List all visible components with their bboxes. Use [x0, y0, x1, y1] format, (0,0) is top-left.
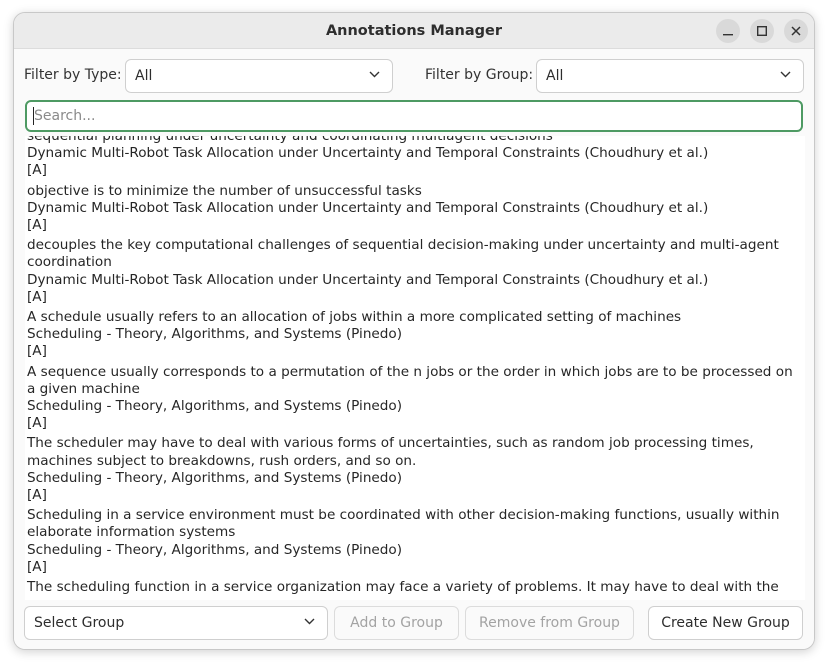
- minimize-button[interactable]: [716, 19, 740, 43]
- filter-type-value: All: [135, 68, 153, 84]
- filter-group-value: All: [546, 68, 564, 84]
- annotation-quote: A schedule usually refers to an allocati…: [27, 309, 682, 326]
- annotation-source: Scheduling - Theory, Algorithms, and Sys…: [27, 469, 403, 486]
- filter-row: Filter by Type: All Filter by Group: All: [14, 59, 814, 93]
- add-to-group-button[interactable]: Add to Group: [334, 606, 459, 640]
- filter-type-label: Filter by Type:: [24, 67, 122, 83]
- annotation-source: Scheduling - Theory, Algorithms, and Sys…: [27, 326, 403, 343]
- close-icon: [791, 26, 801, 36]
- annotation-quote: sequential planning under uncertainty an…: [27, 136, 553, 144]
- annotation-source: Dynamic Multi-Robot Task Allocation unde…: [27, 271, 709, 288]
- annotation-source: Scheduling - Theory, Algorithms, and Sys…: [27, 398, 403, 415]
- action-bar: Select Group Add to Group Remove from Gr…: [14, 602, 814, 649]
- filter-group-dropdown[interactable]: All: [536, 59, 804, 93]
- annotations-list-content: sequential planning under uncertainty an…: [27, 136, 797, 596]
- annotation-source: Scheduling - Theory, Algorithms, and Sys…: [27, 541, 403, 558]
- select-group-value: Select Group: [34, 615, 125, 631]
- annotation-tag: [A]: [27, 162, 47, 179]
- filter-group-label: Filter by Group:: [425, 67, 534, 83]
- annotation-item[interactable]: The scheduling function in a service org…: [27, 579, 797, 596]
- annotation-item[interactable]: sequential planning under uncertainty an…: [27, 136, 797, 180]
- annotation-tag: [A]: [27, 288, 47, 305]
- annotation-quote: Scheduling in a service environment must…: [27, 507, 780, 541]
- annotation-quote: objective is to minimize the number of u…: [27, 182, 422, 199]
- annotation-source: Dynamic Multi-Robot Task Allocation unde…: [27, 199, 709, 216]
- maximize-icon: [757, 26, 767, 36]
- annotation-tag: [A]: [27, 343, 47, 360]
- chevron-down-icon: [780, 71, 791, 78]
- search-input[interactable]: [25, 100, 803, 132]
- annotation-item[interactable]: A schedule usually refers to an allocati…: [27, 309, 797, 361]
- select-group-dropdown[interactable]: Select Group: [24, 606, 328, 640]
- title-bar[interactable]: Annotations Manager: [14, 13, 814, 49]
- minimize-icon: [723, 34, 733, 36]
- annotations-manager-window: Annotations Manager Filter by Type: All …: [13, 12, 815, 650]
- maximize-button[interactable]: [750, 19, 774, 43]
- annotation-quote: A sequence usually corresponds to a perm…: [27, 363, 793, 397]
- chevron-down-icon: [304, 618, 315, 625]
- annotation-item[interactable]: The scheduler may have to deal with vari…: [27, 435, 797, 504]
- remove-from-group-button[interactable]: Remove from Group: [465, 606, 634, 640]
- annotations-list[interactable]: sequential planning under uncertainty an…: [25, 136, 805, 600]
- text-cursor: [33, 107, 34, 125]
- annotation-quote: The scheduling function in a service org…: [27, 579, 779, 596]
- annotation-quote: The scheduler may have to deal with vari…: [27, 435, 754, 469]
- annotation-item[interactable]: decouples the key computational challeng…: [27, 237, 797, 306]
- annotation-source: Dynamic Multi-Robot Task Allocation unde…: [27, 145, 709, 162]
- window-title: Annotations Manager: [325, 23, 503, 39]
- chevron-down-icon: [369, 71, 380, 78]
- annotation-tag: [A]: [27, 415, 47, 432]
- filter-type-dropdown[interactable]: All: [125, 59, 393, 93]
- create-new-group-button[interactable]: Create New Group: [648, 606, 803, 640]
- annotation-item[interactable]: Scheduling in a service environment must…: [27, 507, 797, 576]
- annotation-tag: [A]: [27, 217, 47, 234]
- annotation-tag: [A]: [27, 487, 47, 504]
- annotation-tag: [A]: [27, 558, 47, 575]
- close-button[interactable]: [784, 19, 808, 43]
- annotation-item[interactable]: objective is to minimize the number of u…: [27, 183, 797, 235]
- annotation-quote: decouples the key computational challeng…: [27, 237, 779, 271]
- annotation-item[interactable]: A sequence usually corresponds to a perm…: [27, 364, 797, 433]
